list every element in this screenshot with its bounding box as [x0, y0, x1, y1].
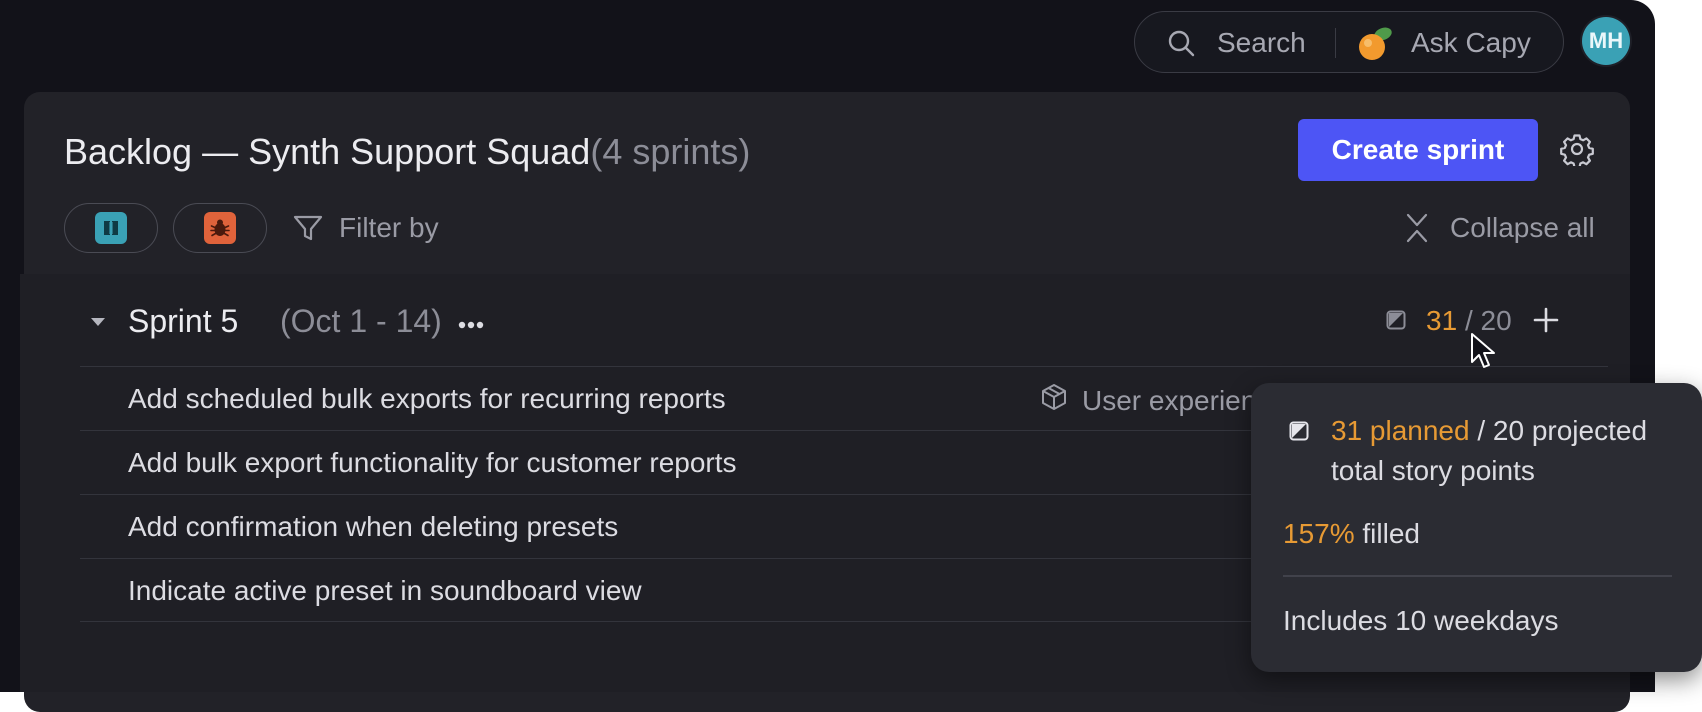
collapse-all-button[interactable]: Collapse all: [1450, 212, 1595, 244]
bug-icon: [204, 212, 236, 244]
capy-orange-icon[interactable]: [1355, 24, 1395, 69]
story-points-summary[interactable]: 31 / 20: [1426, 304, 1512, 338]
tooltip-fill-line: 157% filled: [1283, 514, 1420, 554]
filter-by-button[interactable]: Filter by: [339, 212, 439, 244]
issue-title[interactable]: Add bulk export functionality for custom…: [128, 447, 737, 479]
gear-icon[interactable]: [1560, 132, 1594, 171]
divider: [1335, 28, 1336, 58]
tooltip-weekdays: Includes 10 weekdays: [1283, 605, 1559, 636]
search-ask-bar: Search Ask Capy: [1134, 11, 1564, 73]
tooltip-projected: / 20 projected: [1469, 415, 1648, 446]
sprint-header: Sprint 5 (Oct 1 - 14) 31 / 20: [56, 274, 1584, 366]
create-sprint-button[interactable]: Create sprint: [1298, 119, 1538, 181]
tooltip-planned: 31 planned: [1331, 415, 1470, 446]
epic-label: User experienc: [1082, 384, 1271, 416]
issue-title[interactable]: Add scheduled bulk exports for recurring…: [128, 383, 726, 415]
more-options-icon[interactable]: [458, 316, 484, 334]
ask-capy-button[interactable]: Ask Capy: [1411, 27, 1531, 59]
package-icon: [1040, 383, 1068, 418]
page-title: Backlog — Synth Support Squad(4 sprints): [64, 130, 750, 174]
story-points-icon: [1386, 310, 1406, 335]
issue-title[interactable]: Add confirmation when deleting presets: [128, 511, 618, 543]
tooltip-points-caption: total story points: [1331, 455, 1535, 486]
mouse-cursor-icon: [1470, 332, 1496, 375]
sprint-dates: (Oct 1 - 14): [280, 303, 442, 339]
story-filter-chip[interactable]: [64, 203, 158, 253]
tooltip-divider: [1283, 575, 1672, 577]
collapse-icon[interactable]: [1402, 212, 1432, 249]
caret-down-icon[interactable]: [90, 314, 106, 332]
filter-icon[interactable]: [292, 212, 324, 249]
story-points-tooltip: 31 planned / 20 projected total story po…: [1251, 383, 1702, 672]
bug-filter-chip[interactable]: [173, 203, 267, 253]
tooltip-fill-percent: 157%: [1283, 518, 1355, 549]
user-avatar[interactable]: MH: [1582, 17, 1630, 65]
page-title-text: Backlog — Synth Support Squad: [64, 131, 591, 172]
tooltip-fill-text: filled: [1354, 518, 1420, 549]
search-button[interactable]: Search: [1217, 27, 1306, 59]
story-points-icon: [1289, 421, 1309, 446]
add-issue-icon[interactable]: [1532, 306, 1560, 339]
search-icon[interactable]: [1167, 29, 1195, 62]
book-icon: [95, 212, 127, 244]
sprint-name[interactable]: Sprint 5: [128, 302, 238, 340]
epic-tag[interactable]: User experienc: [1040, 383, 1270, 418]
sprint-count: (4 sprints): [590, 131, 751, 172]
issue-title[interactable]: Indicate active preset in soundboard vie…: [128, 575, 642, 607]
points-planned: 31: [1426, 305, 1458, 336]
tooltip-planned-line: 31 planned / 20 projected: [1331, 411, 1647, 451]
